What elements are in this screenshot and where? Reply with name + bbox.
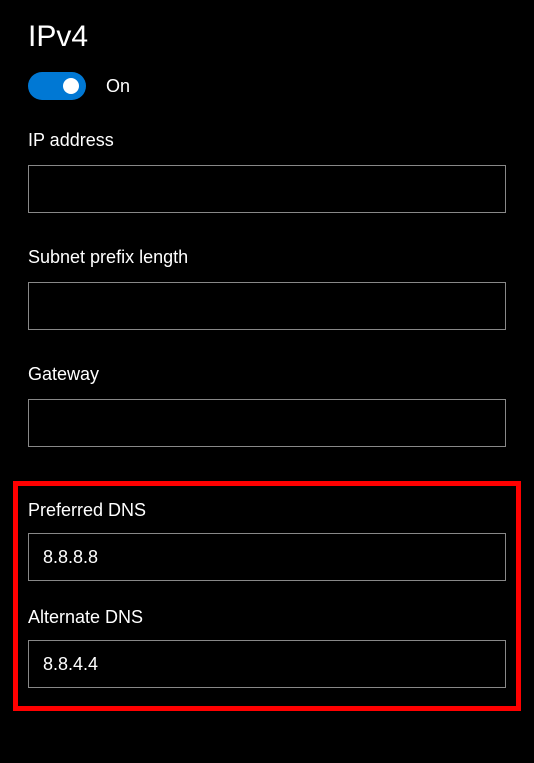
preferred-dns-label: Preferred DNS: [28, 500, 506, 521]
preferred-dns-input[interactable]: [28, 533, 506, 581]
gateway-label: Gateway: [28, 364, 506, 385]
gateway-input[interactable]: [28, 399, 506, 447]
ipv4-toggle-label: On: [106, 76, 130, 97]
subnet-prefix-input[interactable]: [28, 282, 506, 330]
ipv4-heading: IPv4: [28, 20, 506, 54]
alternate-dns-label: Alternate DNS: [28, 607, 506, 628]
subnet-prefix-group: Subnet prefix length: [28, 247, 506, 330]
ip-address-group: IP address: [28, 130, 506, 213]
toggle-knob-icon: [63, 78, 79, 94]
preferred-dns-group: Preferred DNS: [28, 500, 506, 581]
ip-address-input[interactable]: [28, 165, 506, 213]
ip-address-label: IP address: [28, 130, 506, 151]
subnet-prefix-label: Subnet prefix length: [28, 247, 506, 268]
ipv4-toggle[interactable]: [28, 72, 86, 100]
alternate-dns-group: Alternate DNS: [28, 607, 506, 688]
alternate-dns-input[interactable]: [28, 640, 506, 688]
ipv4-toggle-row: On: [28, 72, 506, 100]
gateway-group: Gateway: [28, 364, 506, 447]
dns-highlight-box: Preferred DNS Alternate DNS: [13, 481, 521, 711]
